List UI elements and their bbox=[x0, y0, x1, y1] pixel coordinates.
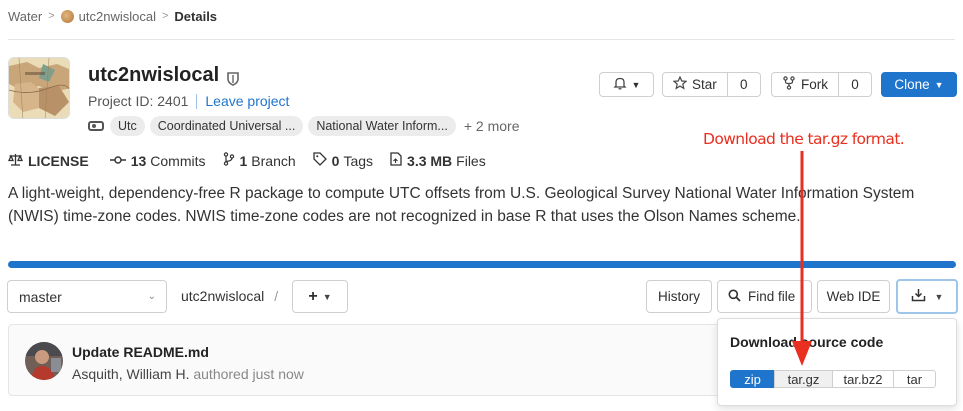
annotation-arrow bbox=[792, 151, 812, 366]
annotation-text: Download the tar.gz format. bbox=[703, 130, 905, 148]
